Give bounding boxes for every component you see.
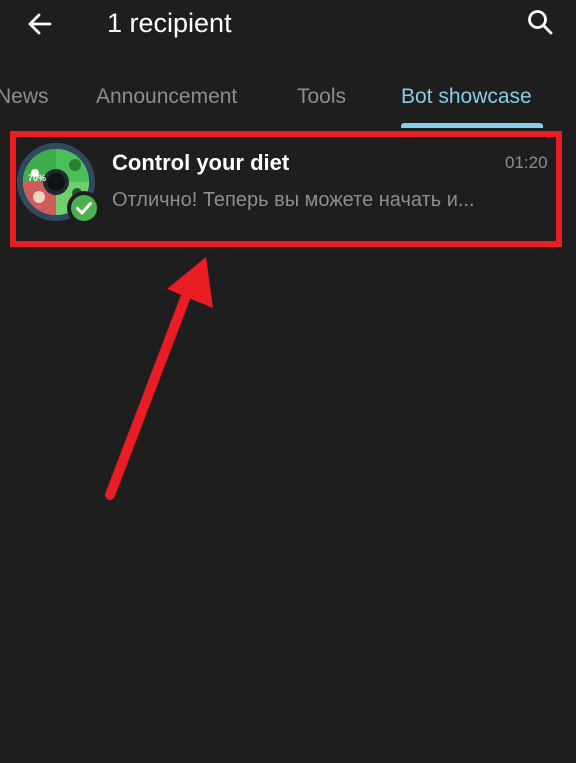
back-button[interactable] — [22, 6, 58, 42]
tab-bot-showcase[interactable]: Bot showcase — [401, 84, 532, 110]
chat-title: Control your diet — [112, 150, 290, 175]
folder-tabs: News Announcement Tools Bot showcase — [0, 72, 576, 128]
verified-badge — [67, 191, 101, 225]
chat-timestamp: 01:20 — [505, 153, 548, 172]
avatar-percent-label: 70% — [28, 173, 47, 183]
check-icon — [71, 195, 97, 221]
search-button[interactable] — [522, 4, 558, 40]
tab-news[interactable]: News — [0, 84, 49, 110]
tab-announcement[interactable]: Announcement — [96, 84, 237, 110]
top-app-bar: 1 recipient — [0, 0, 576, 62]
active-tab-indicator — [401, 123, 543, 128]
tab-tools[interactable]: Tools — [297, 84, 346, 110]
chat-message-preview: Отлично! Теперь вы можете начать и... — [112, 189, 475, 211]
page-title: 1 recipient — [107, 8, 232, 38]
search-icon — [528, 10, 553, 35]
arrow-left-icon — [28, 13, 52, 35]
